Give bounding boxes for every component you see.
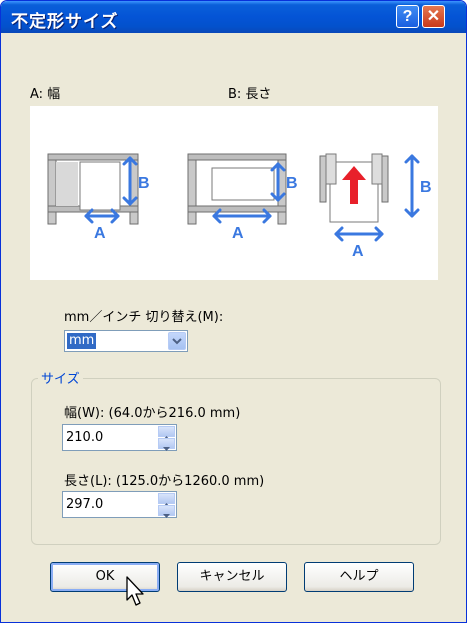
length-label: 長さ(L): (125.0から1260.0 mm) [64,474,265,489]
mouse-cursor-icon [126,576,144,606]
close-icon: ✕ [426,8,441,25]
unit-dropdown-button[interactable] [168,332,186,350]
unit-switch-label: mm／インチ 切り替え(M): [64,310,224,325]
help-button[interactable]: ヘルプ [304,562,414,592]
spin-down-icon [163,514,170,518]
cancel-button[interactable]: キャンセル [177,562,287,592]
marker-a-2: A [232,225,244,242]
width-label: 幅(W): (64.0から216.0 mm) [64,406,241,421]
length-spinbox[interactable]: 297.0 [62,491,177,518]
tray-landscape-icon [187,153,287,225]
length-increment-button[interactable] [158,493,175,507]
marker-b-1: B [138,175,150,192]
width-spinner [158,426,175,451]
paper-size-illustration: B A B A B A [30,106,438,280]
unit-selected-value: mm [65,332,98,350]
marker-b-3: B [420,179,432,196]
title-close-button[interactable]: ✕ [422,5,445,28]
unit-select[interactable]: mm [64,330,188,352]
chevron-down-icon [172,338,182,345]
dialog-title: 不定形サイズ [11,12,119,32]
marker-a-1: A [94,225,106,242]
label-a-width: A: 幅 [30,87,61,102]
paper-diagram: B A B A B A [47,153,432,260]
length-decrement-button[interactable] [158,505,175,518]
spin-down-icon [163,447,170,451]
marker-b-2: B [286,175,298,192]
help-icon: ? [402,8,413,25]
size-group-title: サイズ [38,368,83,387]
width-decrement-button[interactable] [158,438,175,451]
title-bar[interactable]: 不定形サイズ ? ✕ [1,1,466,33]
width-increment-button[interactable] [158,426,175,440]
length-spinner [158,493,175,518]
label-b-length: B: 長さ [228,87,272,102]
title-help-button[interactable]: ? [396,5,419,28]
width-value: 210.0 [66,430,104,445]
marker-a-3: A [352,243,364,260]
width-spinbox[interactable]: 210.0 [62,424,177,451]
length-value: 297.0 [66,497,104,512]
